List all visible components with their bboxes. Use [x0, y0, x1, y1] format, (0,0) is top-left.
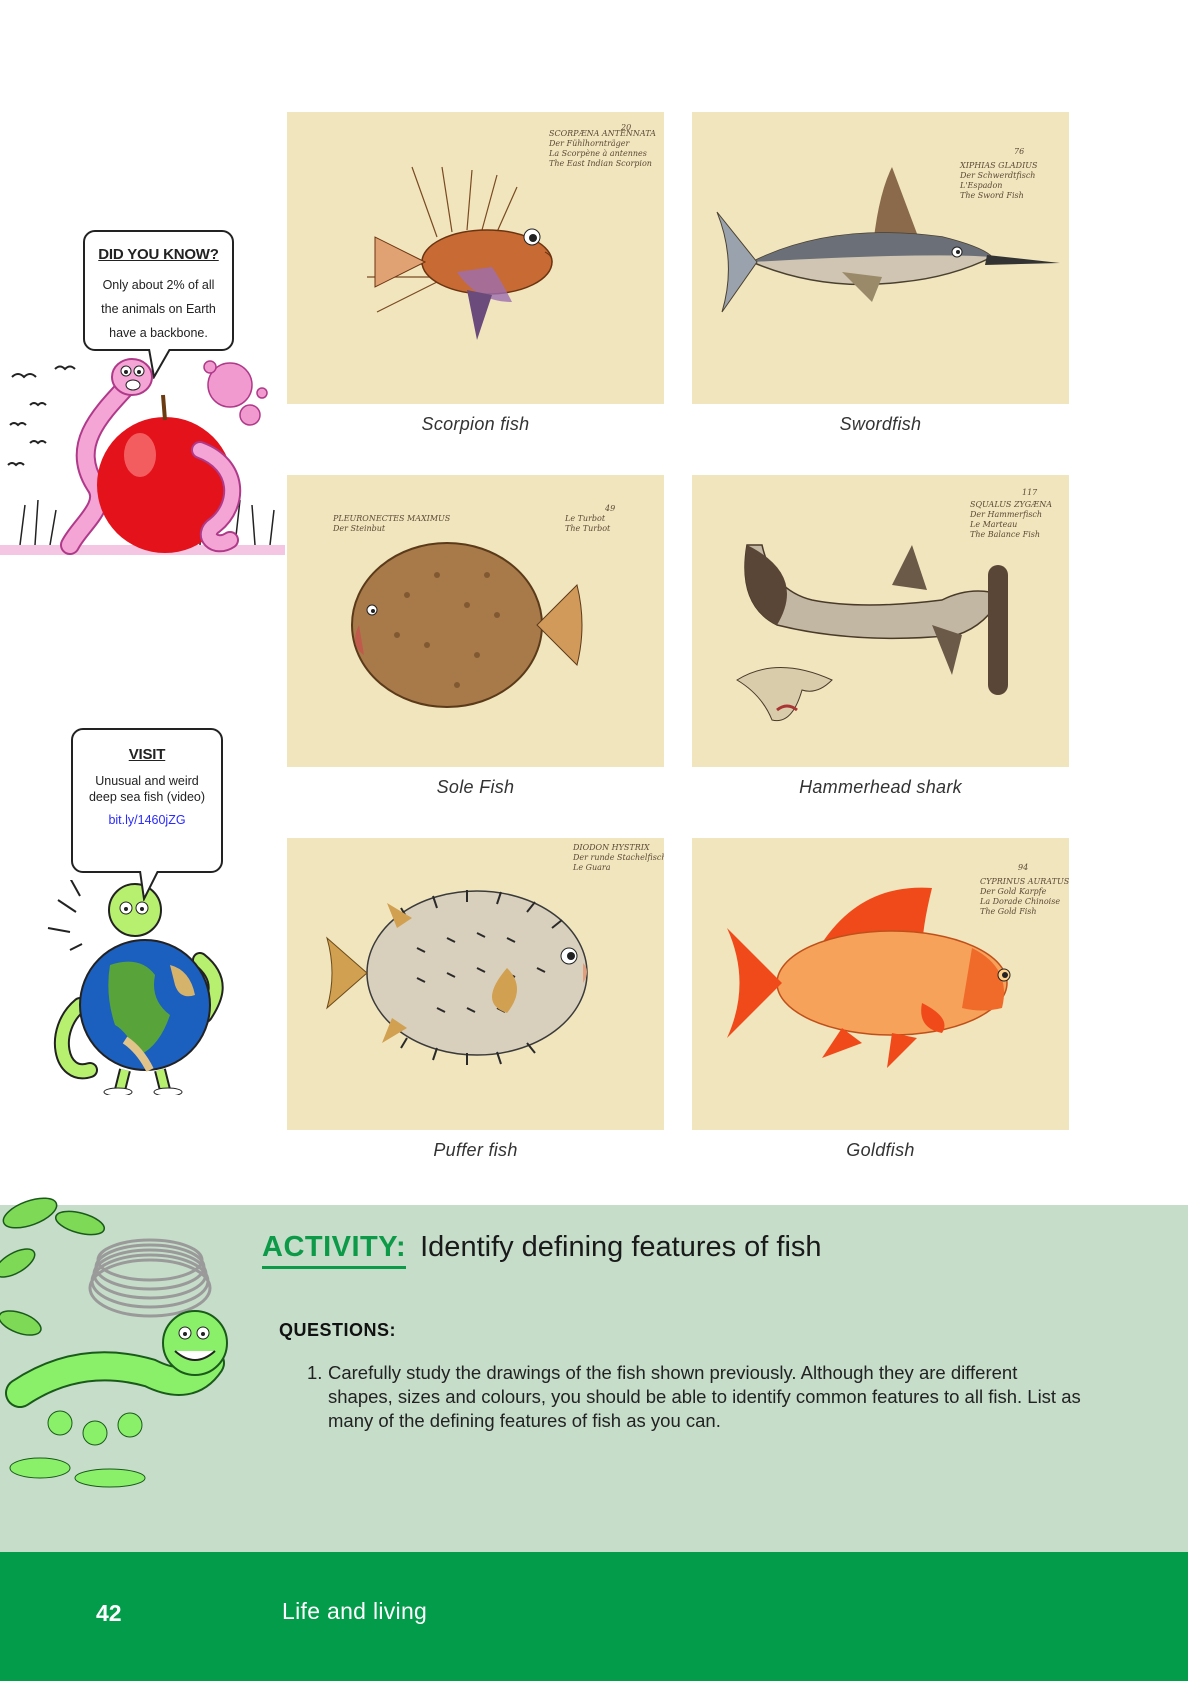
svg-text:Der Hammerfisch: Der Hammerfisch	[969, 510, 1042, 519]
visit-text: Unusual and weird deep sea fish (video)	[88, 774, 206, 804]
svg-text:SCORPÆNA ANTENNATA: SCORPÆNA ANTENNATA	[549, 129, 656, 138]
svg-text:49: 49	[604, 504, 615, 513]
svg-text:Der Fühlhornträger: Der Fühlhornträger	[548, 139, 631, 148]
fish-plate-image: 117 SQUALUS ZYGÆNA Der Hammerfisch Le Ma…	[692, 475, 1069, 767]
svg-text:Le Guara: Le Guara	[572, 863, 611, 872]
svg-text:Der runde Stachelfisch: Der runde Stachelfisch	[572, 853, 664, 862]
swordfish-drawing: 76 XIPHIAS GLADIUS Der Schwerdtfisch L'E…	[716, 147, 1060, 313]
svg-text:XIPHIAS GLADIUS: XIPHIAS GLADIUS	[959, 161, 1038, 170]
fish-figure-swordfish: 76 XIPHIAS GLADIUS Der Schwerdtfisch L'E…	[692, 112, 1069, 435]
activity-panel: ACTIVITY: Identify defining features of …	[0, 1197, 1188, 1552]
visit-title: VISIT	[128, 746, 166, 763]
fish-caption: Scorpion fish	[421, 414, 530, 434]
fish-plate-image: SCORPÆNA ANTENNATA Der Fühlhornträger La…	[287, 112, 664, 404]
fish-plate-image: DIODON HYSTRIX Der runde Stachelfisch Le…	[287, 838, 664, 1130]
fish-caption: Goldfish	[846, 1140, 915, 1160]
fish-figure-puffer: DIODON HYSTRIX Der runde Stachelfisch Le…	[287, 838, 664, 1161]
activity-header: ACTIVITY: Identify defining features of …	[262, 1231, 822, 1269]
did-you-know-title: DID YOU KNOW?	[98, 246, 219, 263]
fish-plate-image: PLEURONECTES MAXIMUS Der Steinbut Le Tur…	[287, 475, 664, 767]
fish-caption: Puffer fish	[433, 1140, 518, 1160]
svg-text:The Balance Fish: The Balance Fish	[970, 530, 1040, 539]
slinky-creature-illustration	[0, 1197, 228, 1488]
visit-bubble: VISIT Unusual and weird deep sea fish (v…	[71, 728, 223, 873]
questions-heading: QUESTIONS:	[279, 1320, 397, 1340]
worm-apple-illustration	[0, 358, 285, 555]
svg-text:CYPRINUS AURATUS: CYPRINUS AURATUS	[980, 877, 1069, 886]
goldfish-drawing: 94 CYPRINUS AURATUS Der Gold Karpfe La D…	[727, 863, 1069, 1068]
svg-text:The Sword Fish: The Sword Fish	[960, 191, 1024, 200]
svg-text:Der Schwerdtfisch: Der Schwerdtfisch	[959, 171, 1035, 180]
did-you-know-bubble-tail	[148, 349, 171, 379]
puffer-fish-drawing: DIODON HYSTRIX Der runde Stachelfisch Le…	[326, 843, 664, 1065]
svg-text:The Turbot: The Turbot	[565, 524, 611, 533]
fish-caption: Hammerhead shark	[799, 777, 962, 797]
svg-text:Der Steinbut: Der Steinbut	[332, 524, 386, 533]
svg-text:SQUALUS ZYGÆNA: SQUALUS ZYGÆNA	[970, 500, 1052, 509]
svg-text:PLEURONECTES MAXIMUS: PLEURONECTES MAXIMUS	[332, 514, 451, 523]
svg-text:L'Espadon: L'Espadon	[959, 181, 1002, 190]
svg-text:94: 94	[1018, 863, 1028, 872]
activity-label: ACTIVITY:	[262, 1231, 407, 1269]
svg-text:La Dorade Chinoise: La Dorade Chinoise	[979, 897, 1060, 906]
fish-caption: Swordfish	[839, 414, 922, 434]
question-text: Carefully study the drawings of the fish…	[328, 1362, 1081, 1431]
fish-figure-hammerhead: 117 SQUALUS ZYGÆNA Der Hammerfisch Le Ma…	[692, 475, 1069, 798]
sole-fish-drawing: PLEURONECTES MAXIMUS Der Steinbut Le Tur…	[332, 504, 615, 708]
activity-title: Identify defining features of fish	[420, 1231, 822, 1263]
fish-figure-goldfish: 94 CYPRINUS AURATUS Der Gold Karpfe La D…	[692, 838, 1069, 1161]
fish-caption: Sole Fish	[436, 777, 515, 797]
hammerhead-shark-drawing: 117 SQUALUS ZYGÆNA Der Hammerfisch Le Ma…	[736, 488, 1052, 722]
svg-text:Le Turbot: Le Turbot	[564, 514, 606, 523]
svg-text:The East Indian Scorpion: The East Indian Scorpion	[549, 159, 652, 168]
svg-text:20: 20	[620, 123, 631, 132]
did-you-know-text: Only about 2% of all the animals on Eart…	[101, 278, 216, 340]
scorpion-fish-drawing: SCORPÆNA ANTENNATA Der Fühlhornträger La…	[367, 123, 656, 340]
svg-text:The Gold Fish: The Gold Fish	[980, 907, 1037, 916]
did-you-know-bubble: DID YOU KNOW? Only about 2% of all the a…	[83, 230, 234, 351]
fish-figure-sole: PLEURONECTES MAXIMUS Der Steinbut Le Tur…	[287, 475, 664, 798]
fish-figure-scorpion: SCORPÆNA ANTENNATA Der Fühlhornträger La…	[287, 112, 664, 435]
visit-video-link[interactable]: bit.ly/1460jZG	[81, 813, 213, 827]
fish-plate-image: 94 CYPRINUS AURATUS Der Gold Karpfe La D…	[692, 838, 1069, 1130]
svg-text:76: 76	[1014, 147, 1024, 156]
svg-text:Le Marteau: Le Marteau	[969, 520, 1017, 529]
question-number: 1.	[307, 1362, 323, 1383]
question-item: 1. Carefully study the drawings of the f…	[307, 1361, 1087, 1433]
svg-text:La Scorpène à antennes: La Scorpène à antennes	[548, 149, 647, 158]
boy-globe-illustration	[47, 880, 224, 1095]
svg-text:117: 117	[1022, 488, 1038, 497]
questions-list: 1. Carefully study the drawings of the f…	[307, 1361, 1087, 1433]
fish-plate-image: 76 XIPHIAS GLADIUS Der Schwerdtfisch L'E…	[692, 112, 1069, 404]
svg-text:DIODON HYSTRIX: DIODON HYSTRIX	[572, 843, 650, 852]
chapter-title: Life and living	[282, 1598, 428, 1624]
visit-bubble-tail	[139, 871, 159, 901]
page-number: 42	[96, 1600, 122, 1626]
page-footer: 42 Life and living	[0, 1552, 1188, 1681]
svg-text:Der Gold Karpfe: Der Gold Karpfe	[979, 887, 1047, 896]
